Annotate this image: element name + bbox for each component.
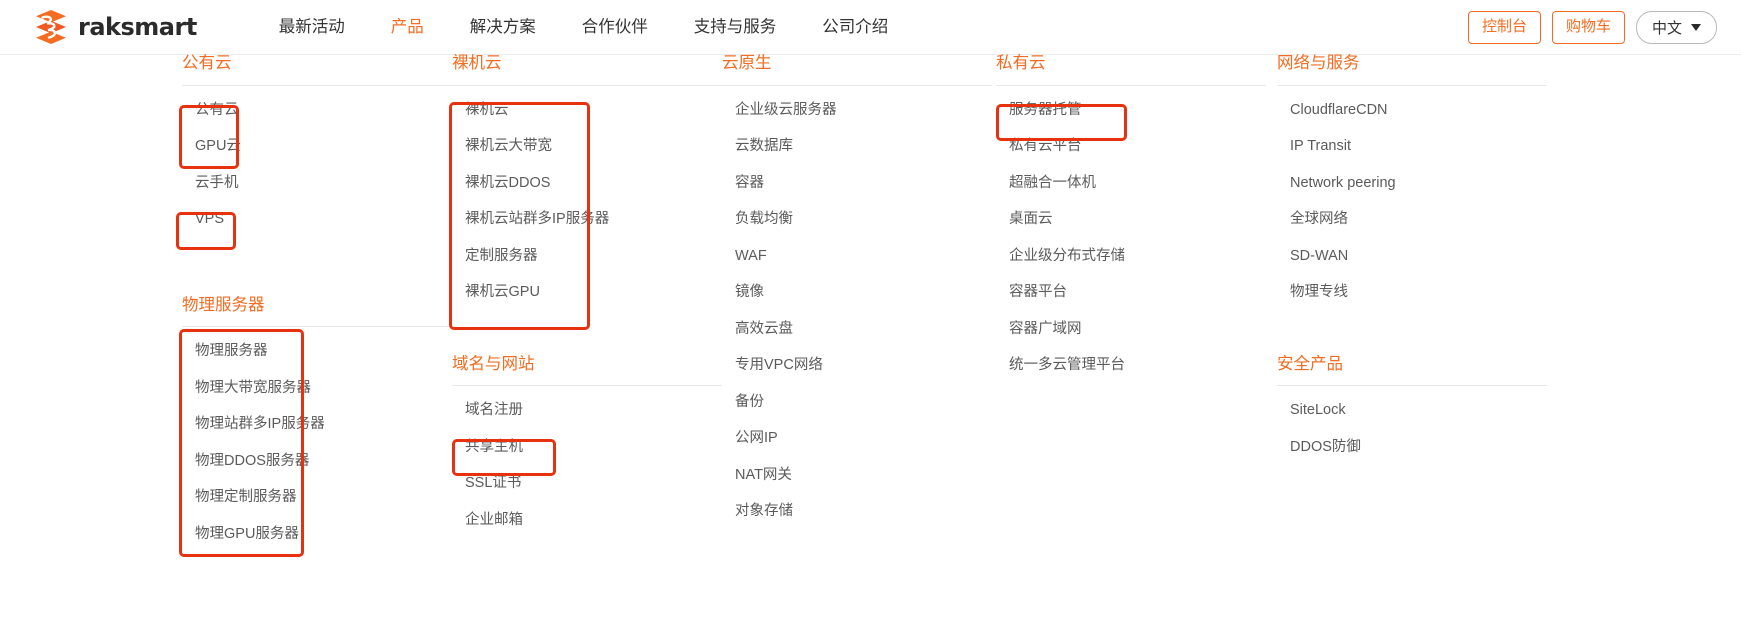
group-title-cloud-native: 云原生 <box>722 54 772 72</box>
menu-item-enterprise-email[interactable]: 企业邮箱 <box>452 502 722 539</box>
group-list-security-product: SiteLock DDOS防御 <box>1277 386 1547 465</box>
menu-group-domain-website: 域名与网站 域名注册 共享主机 SSL证书 企业邮箱 <box>452 354 722 539</box>
menu-item-container-wan[interactable]: 容器广域网 <box>996 311 1266 348</box>
menu-item-ssl-certificate[interactable]: SSL证书 <box>452 465 722 502</box>
language-selector[interactable]: 中文 <box>1635 11 1717 44</box>
nav-item-support[interactable]: 支持与服务 <box>694 19 777 36</box>
nav-item-solutions[interactable]: 解决方案 <box>470 19 536 36</box>
menu-item-ip-transit[interactable]: IP Transit <box>1277 128 1547 165</box>
group-title-public-cloud: 公有云 <box>182 54 232 72</box>
menu-group-security-product: 安全产品 SiteLock DDOS防御 <box>1277 354 1547 466</box>
menu-item-domain-registration[interactable]: 域名注册 <box>452 392 722 429</box>
cart-button[interactable]: 购物车 <box>1551 11 1625 44</box>
menu-group-physical-server: 物理服务器 物理服务器 物理大带宽服务器 物理站群多IP服务器 物理DDOS服务… <box>182 295 452 553</box>
menu-group-network-service: 网络与服务 CloudflareCDN IP Transit Network p… <box>1277 55 1547 311</box>
group-title-physical-server: 物理服务器 <box>182 295 265 314</box>
menu-item-unified-multicloud[interactable]: 统一多云管理平台 <box>996 347 1266 384</box>
menu-item-bare-metal-bandwidth[interactable]: 裸机云大带宽 <box>452 128 722 165</box>
chevron-down-icon <box>1691 24 1701 31</box>
menu-item-network-peering[interactable]: Network peering <box>1277 165 1547 202</box>
group-title-network-service: 网络与服务 <box>1277 54 1360 72</box>
menu-item-shared-hosting[interactable]: 共享主机 <box>452 429 722 466</box>
group-title-private-cloud: 私有云 <box>996 54 1046 72</box>
group-list-network-service: CloudflareCDN IP Transit Network peering… <box>1277 86 1547 311</box>
menu-item-dedicated-line[interactable]: 物理专线 <box>1277 274 1547 311</box>
menu-item-dedicated-vpc[interactable]: 专用VPC网络 <box>722 347 992 384</box>
menu-item-physical-multi-ip-server[interactable]: 物理站群多IP服务器 <box>182 406 452 443</box>
menu-item-bare-metal-gpu[interactable]: 裸机云GPU <box>452 274 722 311</box>
menu-item-public-ip[interactable]: 公网IP <box>722 420 992 457</box>
group-title-domain-website: 域名与网站 <box>452 354 535 373</box>
nav-item-products[interactable]: 产品 <box>391 19 424 36</box>
language-label: 中文 <box>1651 20 1682 37</box>
menu-item-ddos-defense[interactable]: DDOS防御 <box>1277 429 1547 466</box>
main-nav: 最新活动 产品 解决方案 合作伙伴 支持与服务 公司介绍 <box>279 19 889 36</box>
brand-logo-link[interactable]: raksmart <box>33 10 197 44</box>
nav-item-partners[interactable]: 合作伙伴 <box>582 19 648 36</box>
menu-item-server-hosting[interactable]: 服务器托管 <box>996 92 1266 129</box>
menu-column-1: 公有云 公有云 GPU云 云手机 VPS 物理服务器 物理服务器 物理大带宽服务… <box>182 55 452 552</box>
group-list-private-cloud: 服务器托管 私有云平台 超融合一体机 桌面云 企业级分布式存储 容器平台 容器广… <box>996 86 1266 384</box>
menu-item-gpu-cloud[interactable]: GPU云 <box>182 128 452 165</box>
menu-item-image[interactable]: 镜像 <box>722 274 992 311</box>
menu-column-2: 裸机云 裸机云 裸机云大带宽 裸机云DDOS 裸机云站群多IP服务器 定制服务器… <box>452 55 722 538</box>
menu-item-bare-metal-ddos[interactable]: 裸机云DDOS <box>452 165 722 202</box>
nav-item-about[interactable]: 公司介绍 <box>822 19 888 36</box>
menu-item-cloud-database[interactable]: 云数据库 <box>722 128 992 165</box>
menu-group-bare-metal-cloud: 裸机云 裸机云 裸机云大带宽 裸机云DDOS 裸机云站群多IP服务器 定制服务器… <box>452 55 722 311</box>
menu-item-object-storage[interactable]: 对象存储 <box>722 493 992 530</box>
menu-column-5: 网络与服务 CloudflareCDN IP Transit Network p… <box>1277 55 1547 465</box>
menu-item-physical-server[interactable]: 物理服务器 <box>182 333 452 370</box>
menu-column-3: 云原生 企业级云服务器 云数据库 容器 负载均衡 WAF 镜像 高效云盘 专用V… <box>722 55 992 530</box>
menu-item-bare-metal-multi-ip-server[interactable]: 裸机云站群多IP服务器 <box>452 201 722 238</box>
menu-item-hyperconverged-appliance[interactable]: 超融合一体机 <box>996 165 1266 202</box>
menu-item-desktop-cloud[interactable]: 桌面云 <box>996 201 1266 238</box>
menu-item-physical-gpu-server[interactable]: 物理GPU服务器 <box>182 516 452 553</box>
group-list-bare-metal-cloud: 裸机云 裸机云大带宽 裸机云DDOS 裸机云站群多IP服务器 定制服务器 裸机云… <box>452 86 722 311</box>
header-actions: 控制台 购物车 中文 <box>1467 0 1717 55</box>
menu-item-vps[interactable]: VPS <box>182 201 452 238</box>
nav-item-latest-activity[interactable]: 最新活动 <box>279 19 345 36</box>
group-list-cloud-native: 企业级云服务器 云数据库 容器 负载均衡 WAF 镜像 高效云盘 专用VPC网络… <box>722 86 992 530</box>
menu-item-sd-wan[interactable]: SD-WAN <box>1277 238 1547 275</box>
menu-item-public-cloud[interactable]: 公有云 <box>182 92 452 129</box>
menu-item-load-balancer[interactable]: 负载均衡 <box>722 201 992 238</box>
group-list-physical-server: 物理服务器 物理大带宽服务器 物理站群多IP服务器 物理DDOS服务器 物理定制… <box>182 327 452 552</box>
menu-group-public-cloud: 公有云 公有云 GPU云 云手机 VPS <box>182 55 452 238</box>
menu-item-enterprise-cloud-server[interactable]: 企业级云服务器 <box>722 92 992 129</box>
menu-group-cloud-native: 云原生 企业级云服务器 云数据库 容器 负载均衡 WAF 镜像 高效云盘 专用V… <box>722 55 992 530</box>
group-list-domain-website: 域名注册 共享主机 SSL证书 企业邮箱 <box>452 386 722 538</box>
menu-item-waf[interactable]: WAF <box>722 238 992 275</box>
menu-item-private-cloud-platform[interactable]: 私有云平台 <box>996 128 1266 165</box>
site-header: raksmart 最新活动 产品 解决方案 合作伙伴 支持与服务 公司介绍 控制… <box>0 0 1741 55</box>
menu-item-cloud-phone[interactable]: 云手机 <box>182 165 452 202</box>
menu-item-sitelock[interactable]: SiteLock <box>1277 392 1547 429</box>
menu-column-4: 私有云 服务器托管 私有云平台 超融合一体机 桌面云 企业级分布式存储 容器平台… <box>996 55 1266 384</box>
raksmart-logo-icon <box>36 10 66 44</box>
group-list-public-cloud: 公有云 GPU云 云手机 VPS <box>182 86 452 238</box>
group-title-bare-metal-cloud: 裸机云 <box>452 54 502 72</box>
menu-item-nat-gateway[interactable]: NAT网关 <box>722 457 992 494</box>
menu-item-physical-ddos-server[interactable]: 物理DDOS服务器 <box>182 443 452 480</box>
menu-item-global-network[interactable]: 全球网络 <box>1277 201 1547 238</box>
menu-item-efficient-cloud-disk[interactable]: 高效云盘 <box>722 311 992 348</box>
menu-item-physical-custom-server[interactable]: 物理定制服务器 <box>182 479 452 516</box>
brand-name: raksmart <box>78 13 197 41</box>
menu-group-private-cloud: 私有云 服务器托管 私有云平台 超融合一体机 桌面云 企业级分布式存储 容器平台… <box>996 55 1266 384</box>
menu-item-bare-metal-cloud[interactable]: 裸机云 <box>452 92 722 129</box>
menu-item-cloudflare-cdn[interactable]: CloudflareCDN <box>1277 92 1547 129</box>
console-button[interactable]: 控制台 <box>1467 11 1541 44</box>
menu-item-physical-bandwidth-server[interactable]: 物理大带宽服务器 <box>182 370 452 407</box>
menu-item-container-platform[interactable]: 容器平台 <box>996 274 1266 311</box>
products-mega-menu: 公有云 公有云 GPU云 云手机 VPS 物理服务器 物理服务器 物理大带宽服务… <box>0 55 1741 635</box>
menu-item-custom-server[interactable]: 定制服务器 <box>452 238 722 275</box>
menu-item-backup[interactable]: 备份 <box>722 384 992 421</box>
menu-item-distributed-storage[interactable]: 企业级分布式存储 <box>996 238 1266 275</box>
menu-item-container[interactable]: 容器 <box>722 165 992 202</box>
group-title-security-product: 安全产品 <box>1277 354 1343 373</box>
